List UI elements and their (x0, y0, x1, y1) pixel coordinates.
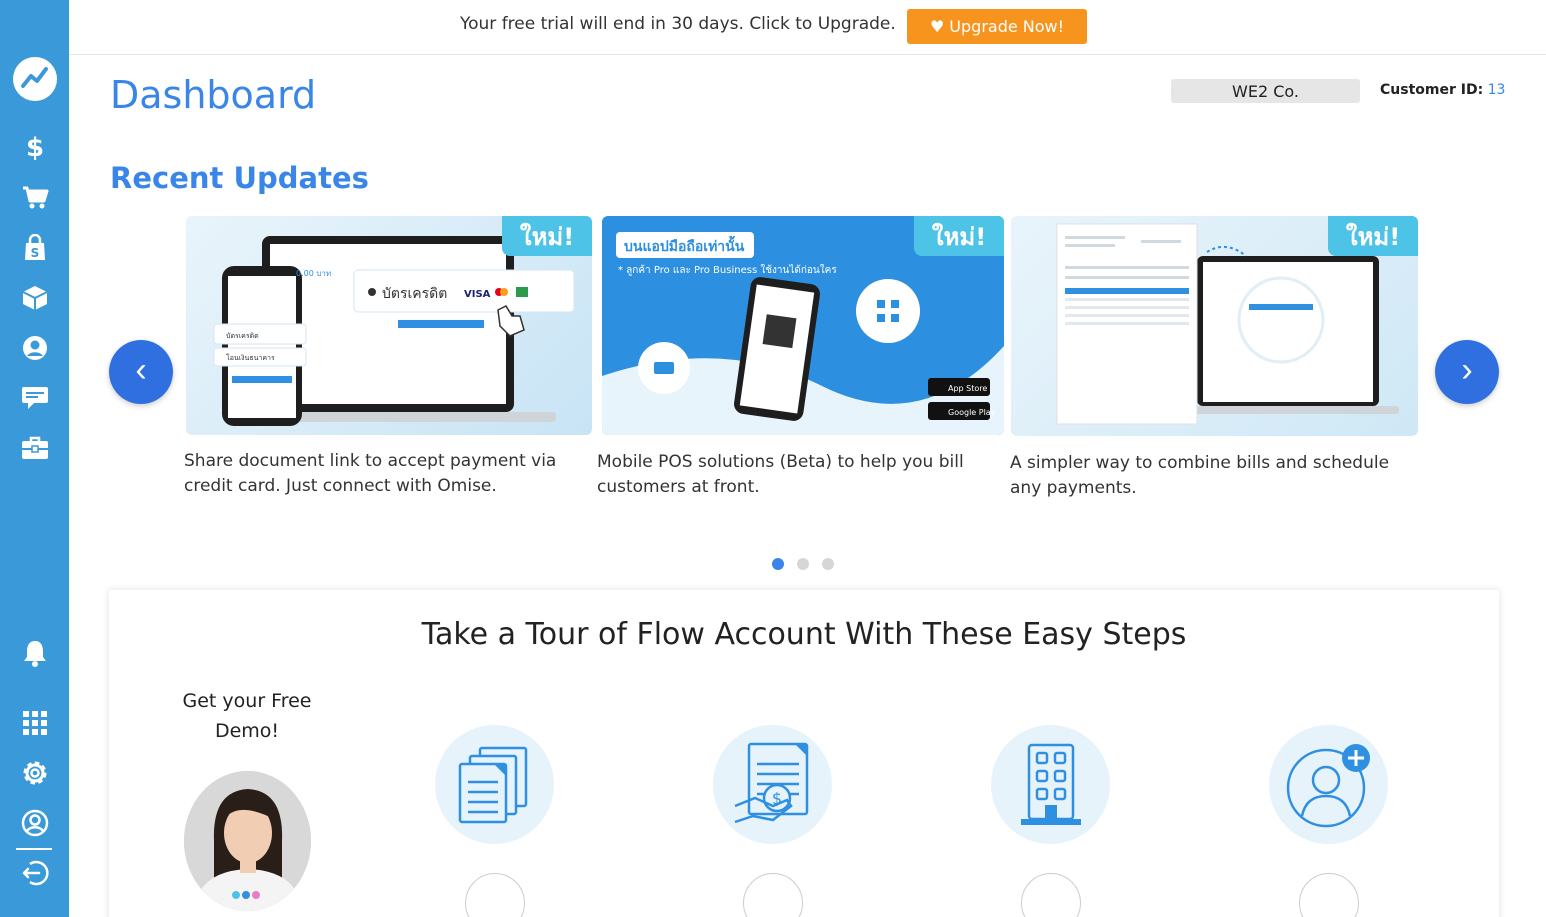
step-add-user[interactable] (1269, 725, 1388, 844)
cart-icon[interactable] (0, 178, 69, 218)
customer-id: Customer ID: 13 (1380, 82, 1505, 98)
logout-icon[interactable] (0, 853, 69, 893)
svg-text:$: $ (771, 789, 781, 808)
tour-title: Take a Tour of Flow Account With These E… (421, 617, 1187, 652)
upgrade-button[interactable]: ♥ Upgrade Now! (907, 9, 1087, 44)
slide-1-amount: 0.00 บาท (296, 269, 331, 278)
new-badge: ใหม่! (502, 216, 592, 256)
box-icon[interactable] (0, 278, 69, 318)
new-badge: ใหม่! (1328, 216, 1418, 256)
invoice-payment-icon: $ (734, 742, 808, 823)
step-documents[interactable] (435, 725, 554, 844)
building-icon (1020, 743, 1081, 825)
gear-icon[interactable] (0, 753, 69, 793)
company-selector[interactable]: WE2 Co. (1171, 79, 1360, 103)
slide-2-subheading: * ลูกค้า Pro และ Pro Business ใช้งานได้ก… (618, 264, 837, 276)
shopping-bag-icon[interactable]: S (0, 228, 69, 268)
step-company[interactable] (991, 725, 1110, 844)
demo-avatar[interactable] (184, 771, 311, 911)
recent-updates-title: Recent Updates (110, 161, 369, 195)
step-3-marker (1021, 873, 1081, 917)
logo-icon[interactable] (0, 57, 69, 101)
slide-3-image[interactable]: ใหม่! (1011, 216, 1418, 436)
step-2-marker (743, 873, 803, 917)
chat-icon[interactable] (0, 378, 69, 418)
slide-1-caption: Share document link to accept payment vi… (184, 451, 557, 496)
slide-2-google-play: Google Play (948, 408, 996, 417)
chevron-left-icon: ‹ (135, 351, 147, 389)
svg-text:S: S (30, 246, 39, 260)
new-badge: ใหม่! (914, 216, 1004, 256)
slide-1-card-label: บัตรเครดิต (382, 286, 447, 302)
tour-card: Take a Tour of Flow Account With These E… (109, 590, 1499, 917)
carousel-dot-1[interactable] (772, 558, 784, 570)
step-invoice-payment[interactable]: $ (713, 725, 832, 844)
bell-icon[interactable] (0, 633, 69, 673)
apps-grid-icon[interactable] (0, 703, 69, 743)
carousel-dot-3[interactable] (822, 558, 834, 570)
upgrade-button-label: Upgrade Now! (949, 17, 1065, 36)
customer-id-value: 13 (1487, 82, 1506, 98)
step-1-marker (465, 873, 525, 917)
sidebar: $ S (0, 0, 69, 917)
sidebar-divider (16, 848, 52, 850)
slide-1-image[interactable]: บัตรเครดิต VISA บัตรเครดิต โอนเงินธนาคาร… (186, 216, 592, 435)
dollar-icon[interactable]: $ (0, 127, 69, 167)
slide-1-card-option: บัตรเครดิต (226, 332, 259, 340)
briefcase-icon[interactable] (0, 428, 69, 468)
step-4-marker (1299, 873, 1359, 917)
slide-2-caption: Mobile POS solutions (Beta) to help you … (597, 452, 964, 497)
slide-2-app-store: App Store (948, 384, 987, 393)
slide-2-image[interactable]: บนแอปมือถือเท่านั้น * ลูกค้า Pro และ Pro… (602, 216, 1004, 435)
carousel-next-button[interactable]: › (1435, 340, 1499, 404)
trial-message: Your free trial will end in 30 days. Cli… (460, 14, 896, 34)
account-icon[interactable] (0, 803, 69, 843)
slide-1-visa-label: VISA (464, 289, 491, 300)
carousel-prev-button[interactable]: ‹ (109, 340, 173, 404)
carousel-dots (772, 558, 834, 570)
svg-text:$: $ (25, 133, 43, 162)
free-demo-text[interactable]: Get your Free Demo! (167, 686, 327, 746)
page-title: Dashboard (110, 73, 317, 117)
slide-1-transfer-option: โอนเงินธนาคาร (226, 353, 275, 362)
trial-banner: Your free trial will end in 30 days. Cli… (69, 0, 1546, 55)
carousel-dot-2[interactable] (797, 558, 809, 570)
chevron-right-icon: › (1461, 351, 1473, 389)
add-user-icon (1286, 743, 1370, 827)
customer-id-label: Customer ID: (1380, 82, 1484, 98)
slide-3-caption: A simpler way to combine bills and sched… (1010, 453, 1390, 498)
user-icon[interactable] (0, 328, 69, 368)
heart-icon: ♥ (929, 17, 945, 36)
documents-icon (458, 746, 527, 823)
